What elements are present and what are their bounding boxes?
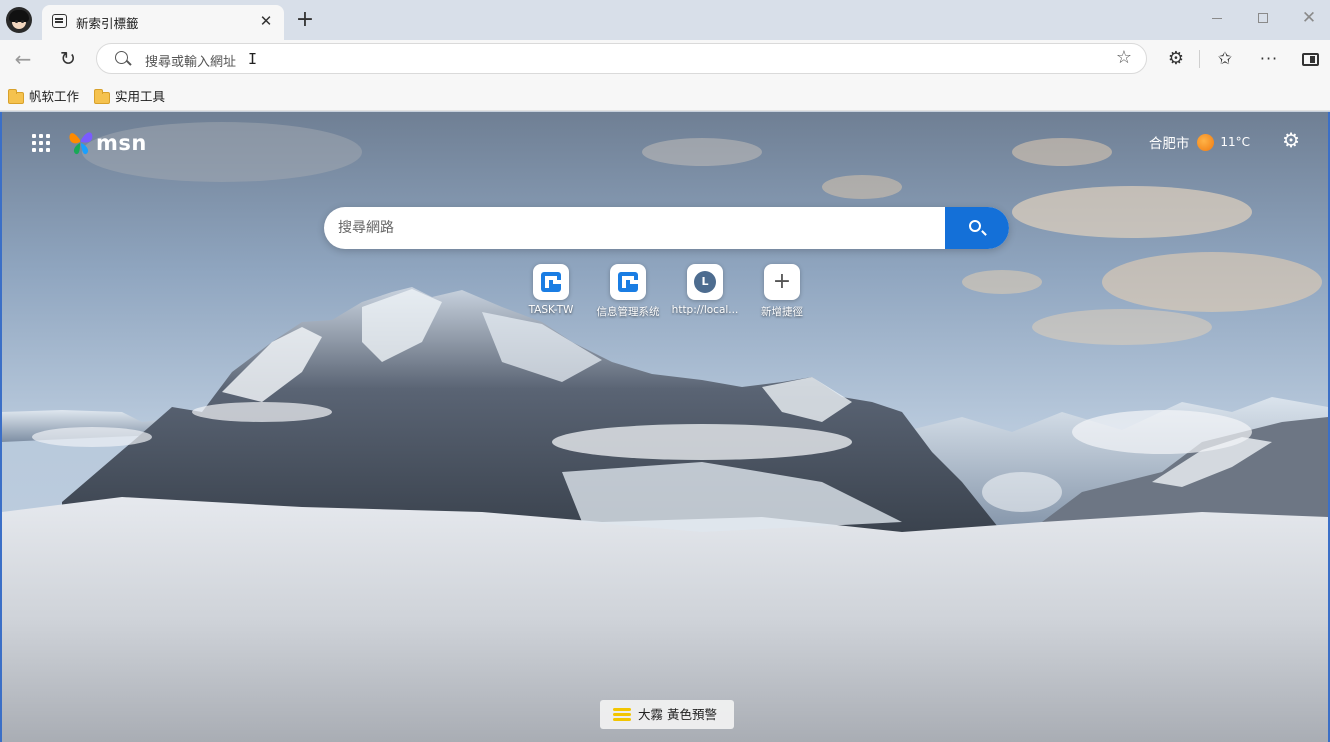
tab-page-icon: [52, 14, 67, 28]
shortcut-tile[interactable]: 信息管理系统: [586, 264, 670, 319]
folder-icon: [94, 89, 110, 104]
toolbar-divider: [1199, 50, 1200, 68]
tab-new-tab[interactable]: 新索引標籤 ✕: [42, 5, 284, 40]
web-search-input[interactable]: [324, 207, 944, 249]
page-settings-gear-icon[interactable]: ⚙: [1282, 128, 1300, 152]
shortcut-label: 新增捷徑: [761, 306, 803, 318]
new-tab-button[interactable]: +: [292, 8, 318, 34]
tab-title: 新索引標籤: [76, 16, 139, 31]
favorite-star-icon[interactable]: ☆: [1116, 47, 1132, 68]
avatar-eye: [15, 20, 18, 23]
l-letter-icon: L: [694, 271, 716, 293]
tab-close-icon[interactable]: ✕: [256, 11, 276, 31]
address-placeholder: 搜尋或輸入網址: [145, 55, 237, 70]
fanruan-icon: [618, 272, 638, 292]
more-menu-button[interactable]: ···: [1254, 44, 1284, 74]
bookmark-folder[interactable]: 帆软工作: [8, 86, 79, 104]
minimize-button[interactable]: [1194, 4, 1240, 32]
msn-butterfly-logo-icon: [69, 132, 93, 155]
bookmark-label: 帆软工作: [29, 89, 80, 104]
shortcut-label: 信息管理系统: [596, 306, 660, 318]
shortcut-tile[interactable]: TASK-TW: [509, 264, 593, 316]
web-search-button[interactable]: [945, 207, 1009, 249]
bookmark-label: 实用工具: [115, 89, 166, 104]
fog-warning-icon: [613, 708, 631, 721]
text-cursor-icon: I: [248, 50, 258, 68]
web-search-box: [324, 207, 1009, 249]
bookmarks-bar: 帆软工作 实用工具: [0, 78, 1330, 111]
msn-brand-text[interactable]: msn: [96, 131, 147, 155]
minimize-icon: [1212, 18, 1222, 19]
toolbar: ← ↻ 搜尋或輸入網址 I ☆ ⚙ ✩ ···: [0, 40, 1330, 78]
shortcut-icon-tile: +: [764, 264, 800, 300]
avatar-hair: [9, 10, 29, 22]
maximize-button[interactable]: [1240, 4, 1286, 32]
tab-strip: 新索引標籤 ✕ + ✕: [0, 0, 1330, 40]
shortcut-label: TASK-TW: [528, 304, 574, 316]
extensions-button[interactable]: ⚙: [1161, 44, 1191, 74]
search-icon: [969, 220, 981, 232]
weather-city: 合肥市: [1148, 136, 1190, 152]
reload-button[interactable]: ↻: [53, 44, 83, 74]
maximize-icon: [1258, 13, 1268, 23]
fanruan-icon: [541, 272, 561, 292]
search-icon: [115, 51, 128, 64]
plus-icon: +: [772, 269, 792, 294]
shortcut-icon-tile: [533, 264, 569, 300]
sidebar-toggle-button[interactable]: [1295, 44, 1325, 74]
weather-temperature: 11°C: [1220, 135, 1250, 149]
address-bar[interactable]: 搜尋或輸入網址 I ☆: [96, 43, 1147, 74]
weather-alert-badge[interactable]: 大霧 黃色預警: [600, 700, 734, 729]
bookmark-folder[interactable]: 实用工具: [94, 86, 165, 104]
shortcut-icon-tile: [610, 264, 646, 300]
app-launcher-button[interactable]: [32, 134, 52, 154]
profile-avatar[interactable]: [6, 7, 32, 33]
weather-alert-text: 大霧 黃色預警: [638, 707, 717, 722]
shortcut-label: http://local...: [671, 304, 739, 316]
avatar-eye: [21, 20, 24, 23]
close-window-button[interactable]: ✕: [1286, 4, 1330, 32]
msn-new-tab-page: msn 合肥市 11°C ⚙ TASK-TW 信息管理系统 L http://lo…: [0, 112, 1330, 742]
weather-widget[interactable]: 合肥市 11°C: [1149, 132, 1250, 152]
favorites-button[interactable]: ✩: [1210, 44, 1240, 74]
back-button[interactable]: ←: [8, 44, 38, 74]
shortcut-icon-tile: L: [687, 264, 723, 300]
shortcut-tile[interactable]: L http://local...: [663, 264, 747, 316]
folder-icon: [8, 89, 24, 104]
sunny-weather-icon: [1197, 133, 1215, 151]
sidebar-icon: [1301, 53, 1319, 66]
add-shortcut-button[interactable]: + 新增捷徑: [740, 264, 824, 319]
